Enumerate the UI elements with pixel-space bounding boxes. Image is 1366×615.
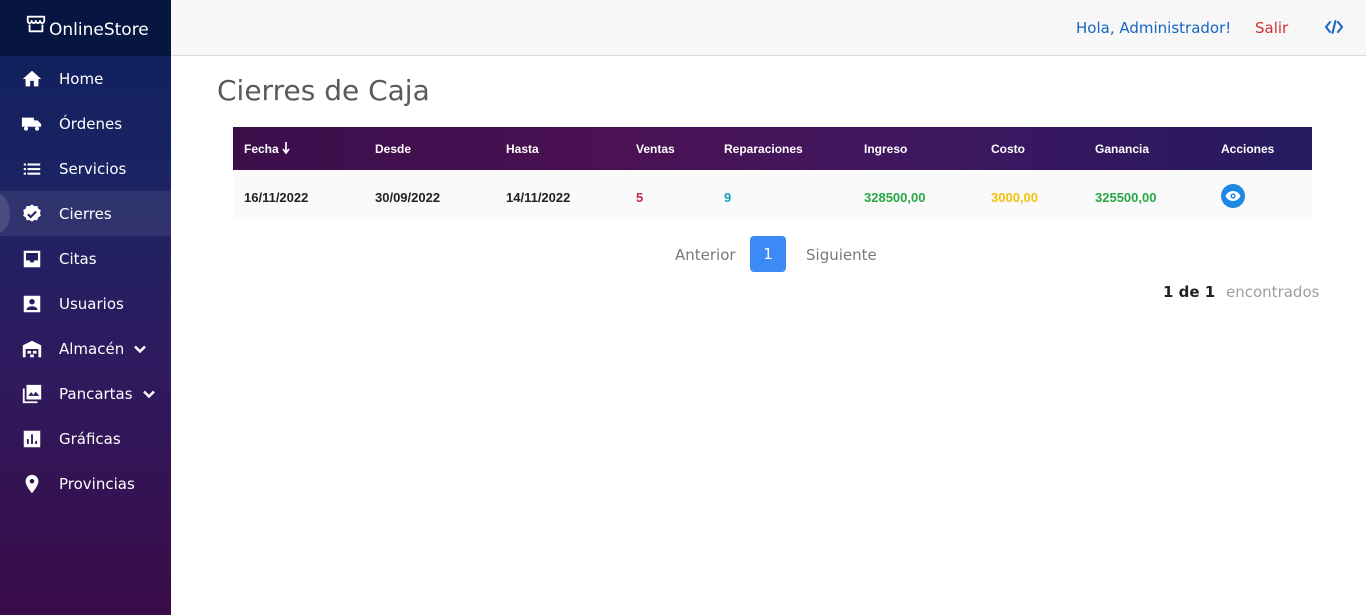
pagination-next[interactable]: Siguiente: [806, 246, 877, 264]
sidebar: OnlineStore Home Órdenes Servicios Cierr…: [0, 0, 171, 615]
sidebar-item-label: Citas: [59, 249, 97, 268]
sidebar-item-servicios[interactable]: Servicios: [0, 146, 171, 191]
inbox-icon: [21, 248, 43, 270]
column-header-ingreso[interactable]: Ingreso: [853, 142, 907, 156]
verified-badge-icon: [21, 203, 43, 225]
sidebar-nav: Home Órdenes Servicios Cierres Citas Usu…: [0, 56, 171, 506]
column-header-acciones: Acciones: [1221, 142, 1275, 156]
sidebar-item-usuarios[interactable]: Usuarios: [0, 281, 171, 326]
page-title: Cierres de Caja: [217, 74, 430, 107]
truck-icon: [21, 113, 43, 135]
result-count: 1 de 1 encontrados: [1163, 283, 1319, 301]
cell-fecha: 16/11/2022: [244, 190, 309, 205]
sidebar-item-label: Pancartas: [59, 384, 133, 403]
brand-name: OnlineStore: [49, 20, 149, 40]
sidebar-item-label: Provincias: [59, 474, 135, 493]
chevron-down-icon[interactable]: [142, 387, 156, 401]
warehouse-icon: [21, 338, 43, 360]
sidebar-item-pancartas[interactable]: Pancartas: [0, 371, 171, 416]
cell-ingreso: 328500,00: [864, 190, 926, 205]
chevron-down-icon[interactable]: [133, 342, 147, 356]
code-icon[interactable]: [1324, 18, 1344, 36]
home-icon: [21, 68, 43, 90]
user-card-icon: [21, 293, 43, 315]
table-row: 16/11/2022 30/09/2022 14/11/2022 5 9 328…: [233, 170, 1312, 220]
sidebar-item-label: Cierres: [59, 204, 112, 223]
sidebar-item-label: Home: [59, 69, 104, 88]
sidebar-item-label: Gráficas: [59, 429, 121, 448]
photo-library-icon: [21, 383, 43, 405]
brand[interactable]: OnlineStore: [0, 0, 171, 56]
result-count-label: encontrados: [1226, 283, 1320, 301]
sidebar-item-graficas[interactable]: Gráficas: [0, 416, 171, 461]
topbar: Hola, Administrador! Salir: [171, 0, 1366, 56]
column-header-desde[interactable]: Desde: [364, 142, 411, 156]
cell-ganancia: 325500,00: [1095, 190, 1157, 205]
list-icon: [21, 158, 43, 180]
cell-costo: 3000,00: [991, 190, 1038, 205]
eye-icon: [1225, 190, 1241, 202]
location-pin-icon: [21, 473, 43, 495]
table-header: Fecha Desde Hasta Ventas Reparaciones In…: [233, 127, 1312, 170]
cell-ventas: 5: [636, 190, 644, 205]
arrow-down-icon: [282, 142, 290, 156]
sidebar-item-cierres[interactable]: Cierres: [0, 191, 171, 236]
column-header-hasta[interactable]: Hasta: [495, 142, 539, 156]
sidebar-item-ordenes[interactable]: Órdenes: [0, 101, 171, 146]
sidebar-item-label: Servicios: [59, 159, 127, 178]
sidebar-item-almacen[interactable]: Almacén: [0, 326, 171, 371]
user-greeting[interactable]: Hola, Administrador!: [1076, 19, 1231, 37]
sidebar-item-label: Almacén: [59, 339, 125, 358]
column-header-ventas[interactable]: Ventas: [625, 142, 675, 156]
store-icon: [25, 13, 47, 35]
chart-box-icon: [21, 428, 43, 450]
sidebar-item-home[interactable]: Home: [0, 56, 171, 101]
pagination-prev[interactable]: Anterior: [675, 246, 736, 264]
column-header-reparaciones[interactable]: Reparaciones: [713, 142, 803, 156]
sidebar-item-label: Usuarios: [59, 294, 124, 313]
logout-link[interactable]: Salir: [1255, 19, 1288, 37]
cell-reparaciones: 9: [724, 190, 732, 205]
view-details-button[interactable]: [1221, 184, 1245, 208]
column-header-costo[interactable]: Costo: [980, 142, 1025, 156]
app-root: OnlineStore Home Órdenes Servicios Cierr…: [0, 0, 1366, 615]
cierres-table: Fecha Desde Hasta Ventas Reparaciones In…: [233, 127, 1312, 220]
pagination: Anterior 1 Siguiente: [0, 236, 1366, 272]
column-header-fecha[interactable]: Fecha: [233, 142, 290, 156]
pagination-page-current[interactable]: 1: [750, 236, 786, 272]
column-header-ganancia[interactable]: Ganancia: [1084, 142, 1149, 156]
sidebar-item-label: Órdenes: [59, 114, 123, 133]
sidebar-item-provincias[interactable]: Provincias: [0, 461, 171, 506]
cell-desde: 30/09/2022: [375, 190, 441, 205]
cell-hasta: 14/11/2022: [506, 190, 571, 205]
result-count-value: 1 de 1: [1163, 283, 1216, 301]
